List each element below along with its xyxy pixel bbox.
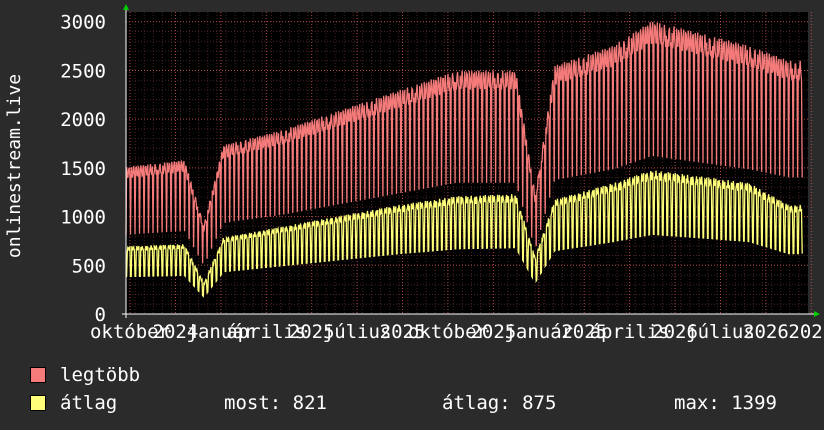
legend-row-max: legtöbb [30,364,810,386]
x-tick-label: 2026 [743,321,789,343]
legend-label-avg: átlag [60,392,118,414]
legend-swatch-avg [30,395,46,411]
stat-now-label: most: [224,392,282,414]
y-tick-label: 2000 [60,109,106,131]
y-tick-label: 500 [72,255,106,277]
y-tick-label: 2500 [60,60,106,82]
stat-max-label: max: [674,392,720,414]
y-axis-label: onlinestream.live [4,74,25,258]
x-tick-label: 2026 [788,321,824,343]
plot-area [126,12,808,314]
legend-row-avg: átlag most: 821 átlag: 875 max: 1399 [30,392,810,414]
legend-swatch-max [30,367,46,383]
stat-max-value: 1399 [731,392,777,414]
stat-now: most: 821 [224,392,327,414]
stat-max: max: 1399 [674,392,777,414]
y-tick-label: 3000 [60,12,106,34]
y-axis-arrow [123,4,129,10]
y-tick-label: 1000 [60,207,106,229]
y-tick-label: 1500 [60,158,106,180]
x-axis-arrow [814,311,820,317]
stat-avg-value: 875 [522,392,557,414]
stat-avg: átlag: 875 [442,392,556,414]
legend-label-max: legtöbb [60,364,141,386]
stat-avg-label: átlag: [442,392,511,414]
stat-now-value: 821 [292,392,327,414]
